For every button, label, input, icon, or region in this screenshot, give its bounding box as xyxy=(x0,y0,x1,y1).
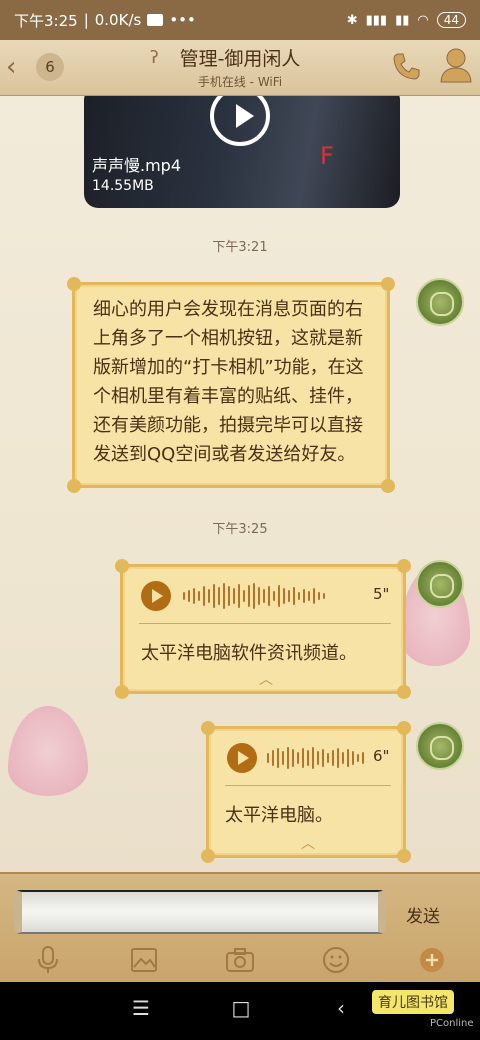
plus-icon[interactable] xyxy=(417,945,447,975)
collapse-chevron-icon[interactable]: ︿ xyxy=(301,833,315,853)
battery-indicator: 44 xyxy=(436,12,466,28)
profile-icon[interactable] xyxy=(438,46,474,84)
site-watermark: 育儿图书馆 xyxy=(372,990,454,1014)
back-arrow-icon[interactable]: ‹ xyxy=(6,52,16,82)
avatar[interactable] xyxy=(416,560,464,608)
voice-transcript: 太平洋电脑软件资讯频道。 xyxy=(141,643,357,664)
video-message[interactable]: F 声声慢.mp4 14.55MB xyxy=(84,96,400,208)
voice-waveform xyxy=(183,582,325,610)
video-filename: 声声慢.mp4 xyxy=(92,156,182,175)
collapse-chevron-icon[interactable]: ︿ xyxy=(259,669,273,689)
message-timestamp: 下午3:25 xyxy=(212,522,268,537)
wifi-icon: ◠ xyxy=(417,12,429,28)
voice-transcript: 太平洋电脑。 xyxy=(225,805,333,826)
voice-play-icon[interactable] xyxy=(141,581,171,611)
video-play-icon[interactable] xyxy=(210,96,270,146)
unread-count-badge[interactable]: 6 xyxy=(36,53,64,81)
input-bar: 发送 xyxy=(0,872,480,982)
message-input[interactable] xyxy=(14,890,386,934)
chat-title: 管理-御用闲人 xyxy=(179,48,301,70)
input-toolbar xyxy=(0,938,480,982)
message-list[interactable]: F 声声慢.mp4 14.55MB 下午3:21 细心的用户会发现在消息页面的右… xyxy=(0,96,480,872)
voice-message-bubble[interactable]: 6" 太平洋电脑。 ︿ xyxy=(201,721,411,863)
voice-duration: 6" xyxy=(373,747,390,765)
bluetooth-icon: ✱ xyxy=(346,12,358,28)
signal-hd-icon: ▮▮ xyxy=(395,12,410,28)
status-time: 下午3:25 xyxy=(14,11,78,30)
avatar[interactable] xyxy=(416,722,464,770)
home-icon[interactable]: □ xyxy=(226,996,256,1026)
menu-icon[interactable]: ☰ xyxy=(126,996,156,1026)
back-icon[interactable]: ‹ xyxy=(326,996,356,1026)
brand-watermark: PConline xyxy=(430,1018,474,1029)
online-status: 手机在线 - WiFi xyxy=(197,75,283,89)
message-text: 细心的用户会发现在消息页面的右上角多了一个相机按钮，这就是新版新增加的“打卡相机… xyxy=(93,299,364,465)
camera-icon[interactable] xyxy=(225,945,255,975)
phone-call-icon[interactable] xyxy=(390,50,422,82)
chat-title-area[interactable]: 管理-御用闲人 手机在线 - WiFi xyxy=(140,44,340,90)
lotus-decoration xyxy=(8,706,88,796)
signal-icon: ▮▮▮ xyxy=(365,12,388,28)
divider xyxy=(139,623,391,624)
status-bar: 下午3:25 | 0.0K/s ••• ✱ ▮▮▮ ▮▮ ◠ 44 xyxy=(0,0,480,40)
more-notifications-icon: ••• xyxy=(169,11,196,29)
voice-waveform xyxy=(267,744,364,772)
text-message-bubble[interactable]: 细心的用户会发现在消息页面的右上角多了一个相机按钮，这就是新版新增加的“打卡相机… xyxy=(67,277,395,493)
emoji-icon[interactable] xyxy=(321,945,351,975)
microphone-icon[interactable] xyxy=(33,945,63,975)
network-speed: 0.0K/s xyxy=(94,11,142,29)
chat-header: ‹ 6 ʔ 管理-御用闲人 手机在线 - WiFi xyxy=(0,40,480,96)
video-size: 14.55MB xyxy=(92,178,154,194)
system-nav-bar: ☰ □ ‹ 育儿图书馆 PConline xyxy=(0,982,480,1040)
voice-play-icon[interactable] xyxy=(227,743,257,773)
message-notification-icon xyxy=(147,14,164,26)
divider xyxy=(225,785,391,786)
send-button[interactable]: 发送 xyxy=(406,902,440,927)
video-logo: F xyxy=(320,142,334,170)
image-icon[interactable] xyxy=(129,945,159,975)
voice-message-bubble[interactable]: 5" 太平洋电脑软件资讯频道。 ︿ xyxy=(115,559,411,699)
message-timestamp: 下午3:21 xyxy=(212,240,268,255)
voice-duration: 5" xyxy=(373,585,390,603)
avatar[interactable] xyxy=(416,278,464,326)
